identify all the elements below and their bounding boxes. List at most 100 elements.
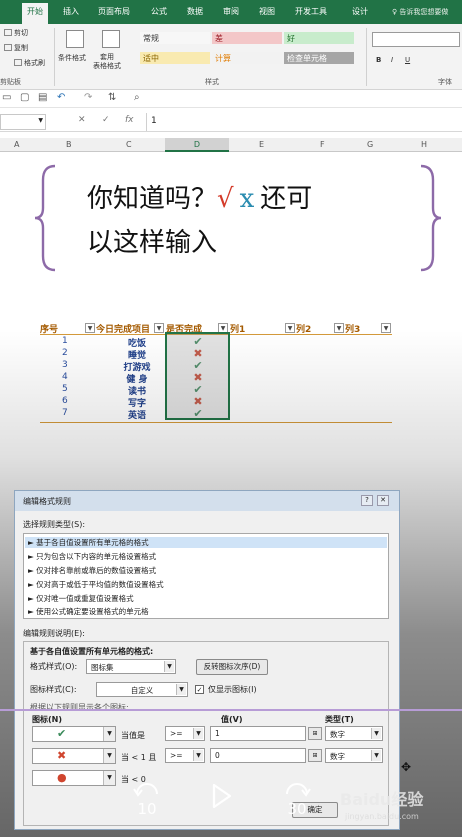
column-header-g[interactable]: G <box>367 140 373 149</box>
tab-view[interactable]: 视图 <box>259 6 275 17</box>
chevron-down-icon: ▼ <box>38 117 43 124</box>
value-input-1[interactable]: 1 <box>210 726 306 741</box>
style-bad[interactable]: 差 <box>212 32 282 44</box>
operator-value: >= <box>170 751 183 760</box>
rule-type-item[interactable]: ► 基于各自值设置所有单元格的格式 <box>25 537 387 548</box>
reverse-icon-order-button[interactable]: 反转图标次序(D) <box>196 659 268 675</box>
forward-button[interactable]: 30 <box>283 780 311 820</box>
column-header-f[interactable]: F <box>320 140 325 149</box>
insert-function-icon[interactable]: fx <box>125 115 134 125</box>
icon-style-value: 自定义 <box>130 686 154 695</box>
style-check-cell[interactable]: 检查单元格 <box>284 52 354 64</box>
rule-condition-2: 当 < 1 且 <box>121 753 157 762</box>
format-painter-button[interactable]: 格式刷 <box>14 58 45 68</box>
column-header-e[interactable]: E <box>259 140 264 149</box>
tab-design[interactable]: 设计 <box>352 6 368 17</box>
column-header-d[interactable]: D <box>165 138 229 152</box>
format-as-table-button[interactable]: 套用 表格格式 <box>93 53 121 71</box>
value-column-header: 值(V) <box>221 715 243 724</box>
icon-select-3[interactable]: ● ▼ <box>32 770 116 786</box>
sort-icon[interactable]: ⇅ <box>108 92 116 103</box>
column-header-h[interactable]: H <box>421 140 427 149</box>
icon-style-select[interactable]: 自定义 ▼ <box>96 682 188 697</box>
dialog-title: 编辑格式规则 <box>23 497 71 506</box>
touch-mode-icon[interactable]: ▢ <box>20 92 29 103</box>
operator-select-1[interactable]: >= ▼ <box>165 726 205 741</box>
chevron-down-icon: ▼ <box>193 750 203 761</box>
rewind-seconds: 10 <box>137 800 157 818</box>
tab-developer[interactable]: 开发工具 <box>295 6 327 17</box>
rule-type-item[interactable]: ► 使用公式确定要设置格式的单元格 <box>28 606 149 617</box>
tab-review[interactable]: 审阅 <box>223 6 239 17</box>
clipboard-group-label: 剪贴板 <box>0 78 21 86</box>
style-calculation[interactable]: 计算 <box>212 52 282 64</box>
range-select-icon[interactable]: ⊞ <box>308 749 322 762</box>
tell-me-box[interactable]: ♀ 告诉我您想要做 <box>392 7 448 17</box>
copy-label: 复制 <box>14 44 28 52</box>
redo-icon[interactable]: ↷ <box>84 92 92 103</box>
save-icon[interactable]: ▭ <box>2 92 11 103</box>
tab-data[interactable]: 数据 <box>187 6 203 17</box>
play-button[interactable] <box>211 782 233 810</box>
bold-button[interactable]: B <box>376 56 381 64</box>
move-cursor-icon: ✥ <box>401 760 412 774</box>
watermark-url: jingyan.baidu.com <box>345 812 419 821</box>
column-header-a[interactable]: A <box>14 140 19 149</box>
video-progress-line[interactable] <box>0 709 462 711</box>
style-good[interactable]: 好 <box>284 32 354 44</box>
close-icon[interactable]: ✕ <box>377 495 389 506</box>
show-icon-only-checkbox[interactable]: ✓ <box>195 685 204 694</box>
name-box[interactable]: ▼ <box>0 114 46 130</box>
style-neutral[interactable]: 适中 <box>140 52 210 64</box>
format-style-select[interactable]: 图标集 ▼ <box>86 659 176 674</box>
search-icon[interactable]: ⌕ <box>134 92 140 103</box>
rule-value: 0 <box>215 751 220 760</box>
check-mark-text: √ <box>217 184 234 214</box>
column-header-c[interactable]: C <box>126 140 132 149</box>
help-icon[interactable]: ? <box>361 495 373 506</box>
edit-format-rule-dialog: 编辑格式规则 ? ✕ 选择规则类型(S): ► 基于各自值设置所有单元格的格式 … <box>14 490 400 830</box>
copy-button[interactable]: 复制 <box>4 43 28 53</box>
chevron-down-icon: ▼ <box>103 727 115 741</box>
type-select-1[interactable]: 数字 ▼ <box>325 726 383 741</box>
font-name-combo[interactable] <box>372 32 460 47</box>
font-group-label: 字体 <box>438 78 452 86</box>
copy-icon <box>4 44 12 51</box>
tab-home[interactable]: 开始 <box>22 3 48 24</box>
operator-value: >= <box>170 729 183 738</box>
rule-type-item[interactable]: ► 仅对高于或低于平均值的数值设置格式 <box>28 579 164 590</box>
operator-select-2[interactable]: >= ▼ <box>165 748 205 763</box>
rule-condition-1: 当值是 <box>121 731 145 740</box>
style-normal[interactable]: 常规 <box>140 32 210 44</box>
dialog-titlebar: 编辑格式规则 ? ✕ <box>15 491 399 511</box>
rule-type-item[interactable]: ► 只为包含以下内容的单元格设置格式 <box>28 551 156 562</box>
rule-description-box: 基于各自值设置所有单元格的格式: 格式样式(O): 图标集 ▼ 反转图标次序(D)… <box>23 641 389 826</box>
conditional-format-button[interactable]: 条件格式 <box>58 53 86 63</box>
enter-icon[interactable]: ✓ <box>102 115 110 125</box>
tab-formulas[interactable]: 公式 <box>151 6 167 17</box>
callout-line-1: 你知道吗？√ x 还可 <box>87 178 312 215</box>
value-input-2[interactable]: 0 <box>210 748 306 763</box>
undo-icon[interactable]: ↶ <box>57 92 65 103</box>
chevron-down-icon: ▼ <box>193 728 203 739</box>
italic-button[interactable]: I <box>391 56 393 64</box>
tab-insert[interactable]: 插入 <box>63 6 79 17</box>
icon-select-1[interactable]: ✔ ▼ <box>32 726 116 742</box>
rule-type-item[interactable]: ► 仅对排名靠前或靠后的数值设置格式 <box>28 565 156 576</box>
print-preview-icon[interactable]: ▤ <box>38 92 47 103</box>
cut-button[interactable]: 剪切 <box>4 28 28 38</box>
rule-type-item[interactable]: ► 仅对唯一值或重复值设置格式 <box>28 593 134 604</box>
formula-input[interactable]: 1 <box>146 113 462 131</box>
icon-select-2[interactable]: ✖ ▼ <box>32 748 116 764</box>
tab-page-layout[interactable]: 页面布局 <box>98 6 130 17</box>
chevron-down-icon: ▼ <box>103 771 115 785</box>
underline-button[interactable]: U <box>405 56 410 64</box>
formula-bar: ▼ ✕ ✓ fx 1 <box>0 112 462 132</box>
type-select-2[interactable]: 数字 ▼ <box>325 748 383 763</box>
range-select-icon[interactable]: ⊞ <box>308 727 322 740</box>
column-header-b[interactable]: B <box>66 140 72 149</box>
rewind-button[interactable]: 10 <box>133 780 161 820</box>
cancel-icon[interactable]: ✕ <box>78 115 86 125</box>
cross-mark-icon: ✖ <box>57 749 67 762</box>
brush-icon <box>14 59 22 66</box>
